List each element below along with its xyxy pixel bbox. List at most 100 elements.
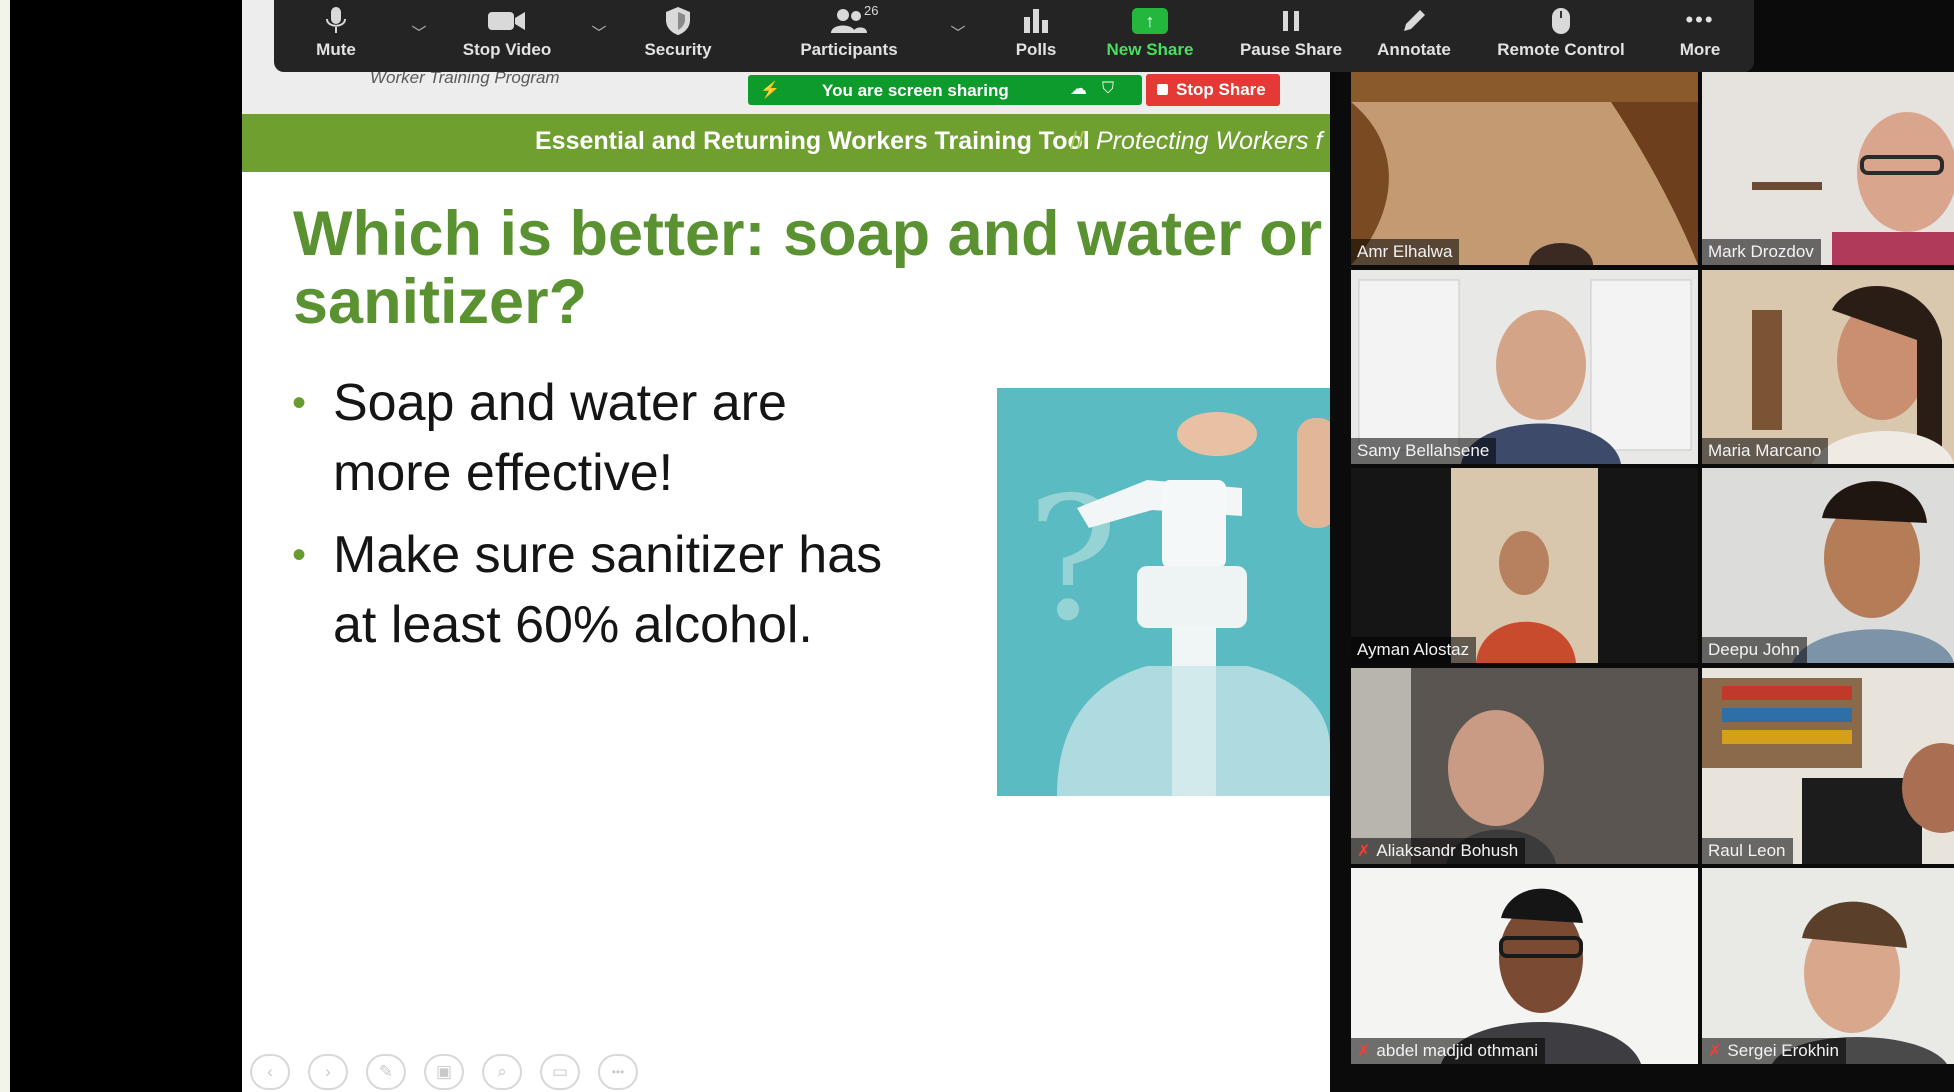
polls-button[interactable]: Polls <box>1004 0 1068 72</box>
video-tile[interactable]: ✗ abdel madjid othmani <box>1351 868 1698 1064</box>
letterbox-left <box>10 0 242 1092</box>
participant-name: Maria Marcano <box>1702 438 1829 464</box>
next-slide-icon[interactable]: › <box>308 1054 348 1090</box>
participant-name-text: Raul Leon <box>1708 841 1786 860</box>
pause-share-button[interactable]: Pause Share <box>1236 0 1346 72</box>
video-tile[interactable]: Raul Leon <box>1702 668 1954 864</box>
participant-name: Samy Bellahsene <box>1351 438 1497 464</box>
participant-name-text: Amr Elhalwa <box>1357 242 1453 261</box>
slide-grid-icon[interactable]: ▣ <box>424 1054 464 1090</box>
new-share-button[interactable]: ↑ New Share <box>1102 0 1198 72</box>
participant-name-text: Ayman Alostaz <box>1357 640 1470 659</box>
participant-video-feed <box>1702 468 1954 663</box>
mute-button[interactable]: Mute <box>304 0 368 72</box>
pause-icon <box>1236 0 1346 40</box>
more-label: More <box>1679 40 1721 59</box>
bullet-list: • Soap and water are more effective! • Mak… <box>292 368 892 672</box>
remote-control-label: Remote Control <box>1497 40 1625 59</box>
security-shield-icon: ⛉ <box>1102 80 1115 97</box>
participant-name: Amr Elhalwa <box>1351 239 1460 265</box>
video-tile[interactable]: Ayman Alostaz <box>1351 468 1698 663</box>
cloud-icon: ☁ <box>1070 79 1087 98</box>
participant-video-feed <box>1351 668 1698 864</box>
bullet-text: Soap and water are more effective! <box>333 374 787 502</box>
stop-video-button[interactable]: Stop Video <box>452 0 562 72</box>
people-icon <box>788 0 910 40</box>
bullet-text: Make sure sanitizer has at least 60% alc… <box>333 526 883 654</box>
sanitizer-pump-image: ? <box>997 388 1330 796</box>
video-tile[interactable]: Amr Elhalwa <box>1351 72 1698 265</box>
video-tile[interactable]: Mark Drozdov <box>1702 72 1954 265</box>
annotate-label: Annotate <box>1377 40 1451 59</box>
shield-icon <box>636 0 720 40</box>
subtitles-icon[interactable]: ▭ <box>540 1054 580 1090</box>
muted-microphone-icon: ✗ <box>1357 843 1371 860</box>
screen-sharing-bar[interactable]: ⚡ You are screen sharing ☁ ⛉ <box>748 75 1142 105</box>
polls-label: Polls <box>1015 40 1057 59</box>
bullet-dot-icon: • <box>292 381 307 425</box>
participants-count-badge: 26 <box>864 3 879 18</box>
previous-slide-icon[interactable]: ‹ <box>250 1054 290 1090</box>
meeting-toolbar: Mute ﹀ Stop Video ﹀ Security Participant… <box>274 0 1754 72</box>
participant-video-feed <box>1351 868 1698 1064</box>
participant-name-text: Samy Bellahsene <box>1357 441 1490 460</box>
video-tile[interactable]: ✗ Sergei Erokhin <box>1702 868 1954 1064</box>
new-share-label: New Share <box>1106 40 1194 59</box>
slide-title: Which is better: soap and water or sanit… <box>293 199 1323 337</box>
participant-name: ✗ abdel madjid othmani <box>1351 1038 1546 1064</box>
participant-video-feed <box>1702 668 1954 864</box>
security-button[interactable]: Security <box>636 0 720 72</box>
bar-chart-icon <box>1004 0 1068 40</box>
pen-tool-icon[interactable]: ✎ <box>366 1054 406 1090</box>
participant-name: ✗ Aliaksandr Bohush <box>1351 838 1526 864</box>
video-camera-icon <box>452 0 562 40</box>
more-button[interactable]: ••• More <box>1670 0 1730 72</box>
participants-button[interactable]: Participants <box>788 0 910 72</box>
participant-name: Ayman Alostaz <box>1351 637 1477 663</box>
security-label: Security <box>644 40 712 59</box>
pencil-icon <box>1371 0 1457 40</box>
participant-name: ✗ Sergei Erokhin <box>1702 1038 1846 1064</box>
mute-label: Mute <box>316 40 356 59</box>
bullet-dot-icon: • <box>292 533 307 577</box>
annotate-button[interactable]: Annotate <box>1371 0 1457 72</box>
participant-name: Mark Drozdov <box>1702 239 1821 265</box>
band-subtitle: Protecting Workers f <box>1096 127 1323 155</box>
stop-video-label: Stop Video <box>462 40 552 59</box>
participant-name-text: Mark Drozdov <box>1708 242 1814 261</box>
zoom-icon[interactable]: ⌕ <box>482 1054 522 1090</box>
mouse-icon <box>1492 0 1630 40</box>
bullet-item: • Make sure sanitizer has at least 60% al… <box>292 520 892 660</box>
band-main-text: Essential and Returning Workers Training… <box>535 127 1090 155</box>
screen-sharing-status: You are screen sharing <box>822 81 1009 100</box>
muted-microphone-icon: ✗ <box>1708 1043 1722 1060</box>
svg-text:?: ? <box>1027 461 1118 659</box>
video-tile[interactable]: Maria Marcano <box>1702 270 1954 464</box>
participants-label: Participants <box>800 40 898 59</box>
bullet-item: • Soap and water are more effective! <box>292 368 892 508</box>
participant-name-text: Maria Marcano <box>1708 441 1822 460</box>
participant-video-feed <box>1351 468 1698 663</box>
participant-name: Raul Leon <box>1702 838 1793 864</box>
more-dots-icon: ••• <box>1685 7 1715 32</box>
remote-control-button[interactable]: Remote Control <box>1492 0 1630 72</box>
participant-video-feed <box>1351 270 1698 464</box>
video-tile-active-speaker[interactable]: Deepu John <box>1702 468 1954 663</box>
video-options-chevron-icon[interactable]: ﹀ <box>586 22 612 43</box>
participant-video-feed <box>1702 72 1954 265</box>
window-left-edge <box>0 0 10 1092</box>
participant-video-feed <box>1702 270 1954 464</box>
pause-share-label: Pause Share <box>1239 40 1343 59</box>
share-drag-handle-icon[interactable]: ⚡ <box>760 80 780 100</box>
video-tile[interactable]: ✗ Aliaksandr Bohush <box>1351 668 1698 864</box>
stop-share-button[interactable]: Stop Share <box>1146 74 1280 106</box>
video-tile[interactable]: Samy Bellahsene <box>1351 270 1698 464</box>
more-options-icon[interactable]: ••• <box>598 1054 638 1090</box>
participant-name: Deepu John <box>1702 637 1807 663</box>
slide-title-band: Essential and Returning Workers Training… <box>242 114 1330 172</box>
participants-options-chevron-icon[interactable]: ﹀ <box>945 22 971 43</box>
participant-name-text: Deepu John <box>1708 640 1800 659</box>
shared-slide: Worker Training Program Essential and Re… <box>242 0 1330 1092</box>
mute-options-chevron-icon[interactable]: ﹀ <box>406 22 432 43</box>
microphone-icon <box>304 0 368 40</box>
